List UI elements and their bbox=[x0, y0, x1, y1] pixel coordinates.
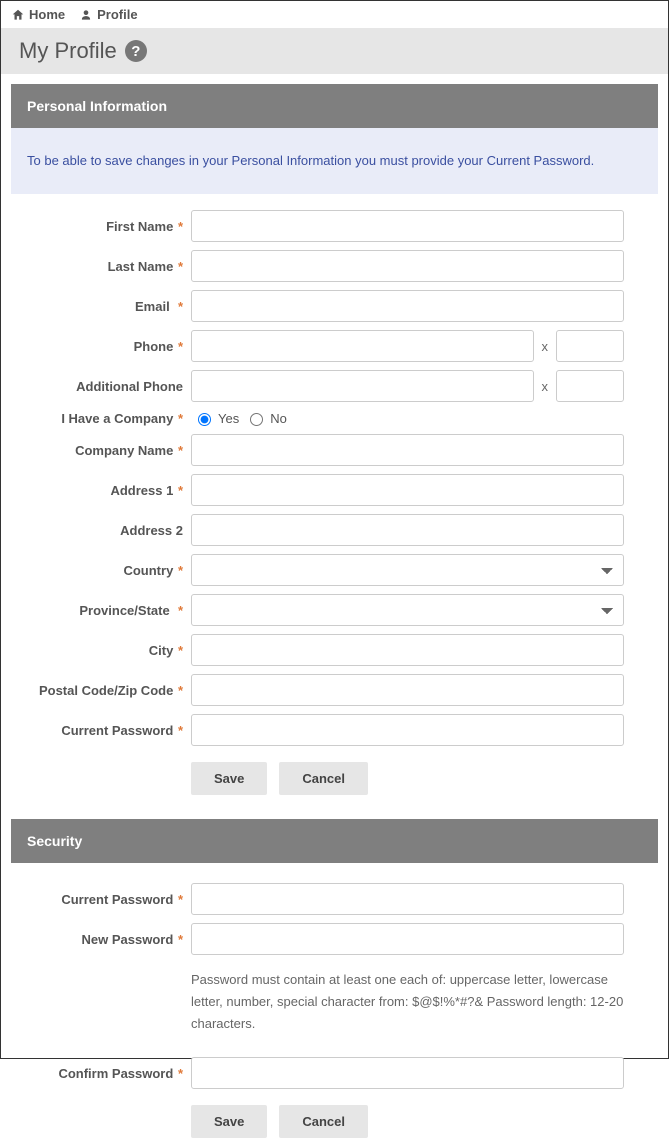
confirm-password-input[interactable] bbox=[191, 1057, 624, 1089]
security-current-password-label: Current Password * bbox=[11, 892, 191, 907]
last-name-label: Last Name * bbox=[11, 259, 191, 274]
breadcrumb: Home Profile bbox=[1, 1, 668, 28]
address2-label: Address 2 bbox=[11, 523, 191, 538]
have-company-yes-label: Yes bbox=[218, 411, 239, 426]
nav-profile-link[interactable]: Profile bbox=[79, 7, 137, 22]
nav-home-link[interactable]: Home bbox=[11, 7, 65, 22]
company-name-label: Company Name * bbox=[11, 443, 191, 458]
first-name-input[interactable] bbox=[191, 210, 624, 242]
city-input[interactable] bbox=[191, 634, 624, 666]
have-company-no-label: No bbox=[270, 411, 287, 426]
nav-profile-label: Profile bbox=[97, 7, 137, 22]
province-select[interactable] bbox=[191, 594, 624, 626]
personal-info-banner: To be able to save changes in your Perso… bbox=[11, 128, 658, 194]
postal-input[interactable] bbox=[191, 674, 624, 706]
security-save-button[interactable]: Save bbox=[191, 1105, 267, 1138]
have-company-yes-radio[interactable] bbox=[198, 413, 211, 426]
country-select[interactable] bbox=[191, 554, 624, 586]
company-name-input[interactable] bbox=[191, 434, 624, 466]
person-icon bbox=[79, 8, 93, 22]
personal-cancel-button[interactable]: Cancel bbox=[279, 762, 368, 795]
have-company-no-option[interactable]: No bbox=[245, 410, 287, 426]
address1-input[interactable] bbox=[191, 474, 624, 506]
city-label: City * bbox=[11, 643, 191, 658]
new-password-input[interactable] bbox=[191, 923, 624, 955]
security-header: Security bbox=[11, 819, 658, 863]
new-password-label: New Password * bbox=[11, 932, 191, 947]
page-title-bar: My Profile ? bbox=[1, 28, 668, 74]
have-company-label: I Have a Company * bbox=[11, 411, 191, 426]
address1-label: Address 1 * bbox=[11, 483, 191, 498]
personal-info-form: First Name * Last Name * Email * Phone *… bbox=[11, 194, 658, 819]
postal-label: Postal Code/Zip Code * bbox=[11, 683, 191, 698]
help-icon[interactable]: ? bbox=[125, 40, 147, 62]
personal-info-header: Personal Information bbox=[11, 84, 658, 128]
first-name-label: First Name * bbox=[11, 219, 191, 234]
personal-save-button[interactable]: Save bbox=[191, 762, 267, 795]
current-password-label: Current Password * bbox=[11, 723, 191, 738]
nav-home-label: Home bbox=[29, 7, 65, 22]
security-cancel-button[interactable]: Cancel bbox=[279, 1105, 368, 1138]
page-title: My Profile ? bbox=[19, 38, 147, 64]
additional-phone-ext-input[interactable] bbox=[556, 370, 624, 402]
page-title-text: My Profile bbox=[19, 38, 117, 64]
home-icon bbox=[11, 8, 25, 22]
email-input[interactable] bbox=[191, 290, 624, 322]
password-hint: Password must contain at least one each … bbox=[191, 963, 624, 1049]
address2-input[interactable] bbox=[191, 514, 624, 546]
phone-label: Phone * bbox=[11, 339, 191, 354]
additional-phone-input[interactable] bbox=[191, 370, 534, 402]
have-company-yes-option[interactable]: Yes bbox=[193, 410, 239, 426]
have-company-no-radio[interactable] bbox=[250, 413, 263, 426]
additional-phone-ext-separator: x bbox=[540, 379, 551, 394]
phone-ext-input[interactable] bbox=[556, 330, 624, 362]
phone-input[interactable] bbox=[191, 330, 534, 362]
phone-ext-separator: x bbox=[540, 339, 551, 354]
email-label: Email * bbox=[11, 299, 191, 314]
current-password-input[interactable] bbox=[191, 714, 624, 746]
confirm-password-label: Confirm Password * bbox=[11, 1066, 191, 1081]
province-label: Province/State * bbox=[11, 603, 191, 618]
additional-phone-label: Additional Phone bbox=[11, 379, 191, 394]
country-label: Country * bbox=[11, 563, 191, 578]
security-current-password-input[interactable] bbox=[191, 883, 624, 915]
last-name-input[interactable] bbox=[191, 250, 624, 282]
security-form: Current Password * New Password * Passwo… bbox=[11, 863, 658, 1146]
